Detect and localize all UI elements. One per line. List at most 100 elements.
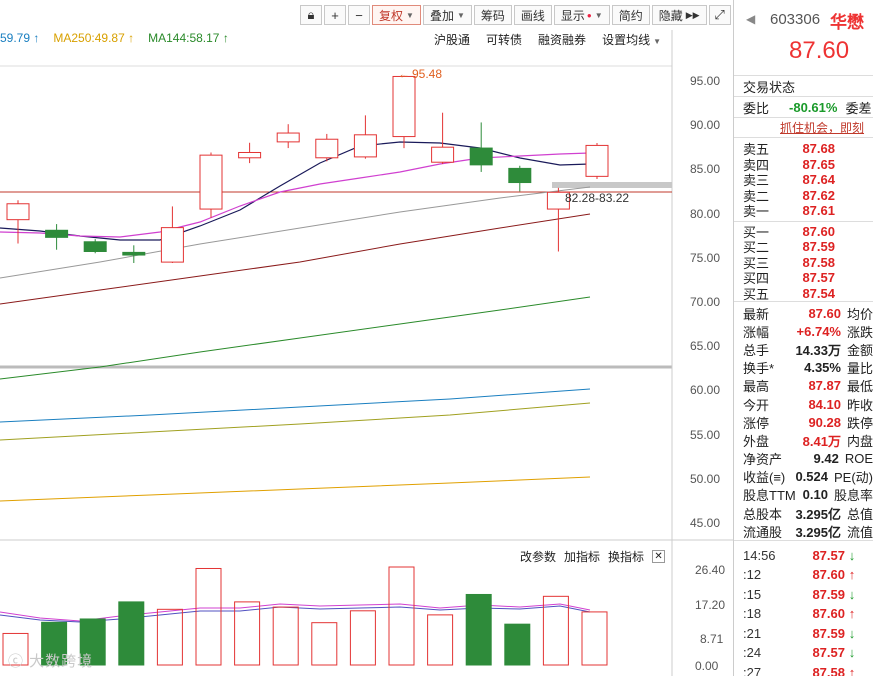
candle[interactable]: [160, 206, 184, 263]
price-tick-label: 90.00: [690, 118, 721, 133]
stat-value: 3.295亿: [795, 524, 841, 540]
candle[interactable]: [353, 115, 377, 159]
stat-row: 今开 84.10 昨收: [734, 395, 873, 413]
bid-row[interactable]: 买五 87.54: [734, 286, 873, 302]
candle[interactable]: [6, 200, 30, 244]
weibi-label: 委比: [743, 100, 770, 116]
ask-row-price: 87.61: [802, 203, 835, 219]
stats-table: 最新 87.60 均价 涨幅 +6.74% 涨跌 总手 14.33万 金额 换手* 4.35% 量比最…: [734, 302, 873, 542]
candle[interactable]: [238, 142, 262, 164]
tick-time: :27: [743, 664, 762, 676]
price-tick-label: 55.00: [690, 427, 721, 442]
candle-body: [315, 138, 339, 159]
tick-price: 87.59: [812, 586, 845, 602]
candle[interactable]: [392, 75, 416, 149]
stat-label: 净资产: [743, 452, 783, 468]
candlestick-chart[interactable]: ← 95.48 82.28-83.22: [0, 0, 733, 676]
tick-price: 87.59: [812, 625, 845, 641]
edit-params-button[interactable]: 改参数: [520, 548, 556, 565]
tick-price: 87.60: [812, 606, 845, 622]
close-icon[interactable]: ✕: [652, 550, 666, 563]
collapse-left-icon[interactable]: ◀: [746, 12, 755, 26]
watermark: ⓒ 大数跨境: [8, 653, 94, 670]
promo-link[interactable]: 抓住机会，即刻: [734, 118, 873, 138]
quote-panel: ◀ 603306 华懋 87.60 交易状态 委比 -80.61% 委差 抓住机…: [733, 0, 873, 676]
price-tick-label: 65.00: [690, 339, 721, 354]
candle-body: [353, 134, 377, 158]
candle[interactable]: [315, 133, 339, 162]
stat-label-secondary: 流值: [846, 524, 873, 540]
stat-label-secondary: 涨跌: [846, 324, 873, 340]
bid-row-price: 87.58: [802, 254, 835, 270]
candle-body: [392, 75, 416, 138]
ask-row-price: 87.62: [802, 187, 835, 203]
candle[interactable]: [83, 239, 107, 254]
bid-row-price: 87.54: [802, 285, 835, 301]
stat-value: 87.60: [808, 305, 841, 321]
stat-row: 最新 87.60 均价: [734, 304, 873, 322]
stat-label-secondary: PE(动): [833, 470, 873, 486]
candle[interactable]: [585, 143, 609, 180]
price-tick-label: 85.00: [690, 162, 721, 177]
stat-row: 总股本 3.295亿 总值: [734, 504, 873, 522]
stat-label-secondary: 金额: [846, 342, 873, 358]
candle-body: [585, 144, 609, 177]
tick-time: :24: [743, 645, 762, 661]
volume-bar: [118, 601, 145, 666]
volume-tick-label: 26.40: [695, 563, 726, 577]
ask-row[interactable]: 卖一 87.61: [734, 203, 873, 219]
tick-time: :12: [743, 567, 762, 583]
stat-label-secondary: ROE: [844, 451, 873, 467]
ma250-line: [0, 476, 591, 502]
candle[interactable]: [431, 112, 455, 164]
candle-body: [83, 241, 107, 252]
candle[interactable]: [45, 224, 69, 250]
stat-label: 今开: [743, 397, 770, 413]
tick-time: :18: [743, 606, 762, 622]
ma-pink-line: [0, 152, 591, 238]
arrow-down-icon: ↓: [848, 645, 856, 661]
switch-indicator-button[interactable]: 换指标: [608, 548, 644, 565]
stat-row: 最高 87.87 最低: [734, 377, 873, 395]
stat-label-secondary: 股息率: [833, 488, 873, 504]
stat-value: 0.524: [795, 469, 828, 485]
tick-price: 87.57: [812, 645, 845, 661]
candle-body: [122, 251, 146, 256]
stat-value: 84.10: [808, 396, 841, 412]
candle-body: [508, 167, 532, 184]
weicha-label: 委差: [845, 100, 872, 116]
tick-price: 87.58: [812, 664, 845, 676]
range-highlight: [552, 182, 672, 188]
add-indicator-button[interactable]: 加指标: [564, 548, 600, 565]
price-tick-label: 45.00: [690, 516, 721, 530]
arrow-down-icon: ↓: [848, 586, 856, 602]
volume-bar: [311, 622, 338, 666]
volume-ma-pink-line: [0, 603, 591, 622]
volume-bar: [465, 593, 492, 666]
tick-row: :24 87.57 ↓: [734, 643, 873, 663]
price-tick-label: 50.00: [690, 471, 721, 486]
candle[interactable]: [122, 245, 146, 263]
stat-label-secondary: 昨收: [846, 397, 873, 413]
candle[interactable]: [508, 165, 532, 192]
candle[interactable]: [276, 124, 300, 149]
stat-label: 流通股: [743, 524, 783, 540]
stat-value: 4.35%: [804, 360, 841, 376]
stat-row: 流通股 3.295亿 流值: [734, 522, 873, 540]
ask-row-label: 卖一: [743, 204, 770, 220]
tick-price: 87.60: [812, 567, 845, 583]
volume-tick-label: 17.20: [695, 598, 726, 612]
stat-row: 总手 14.33万 金额: [734, 340, 873, 358]
ma-gray-line: [0, 186, 591, 279]
arrow-up-icon: ↑: [848, 664, 856, 676]
quote-header: ◀ 603306 华懋 87.60: [734, 0, 873, 76]
ask-row-price: 87.68: [802, 141, 835, 157]
candle-body: [469, 147, 493, 166]
price-tick-label: 75.00: [690, 250, 721, 265]
candle[interactable]: [199, 152, 223, 218]
tick-row: 14:56 87.57 ↓: [734, 545, 873, 565]
bid-row-price: 87.60: [802, 223, 835, 239]
stat-label-secondary: 总值: [846, 506, 873, 522]
stat-value: 90.28: [808, 414, 841, 430]
tick-price: 87.57: [812, 547, 845, 563]
